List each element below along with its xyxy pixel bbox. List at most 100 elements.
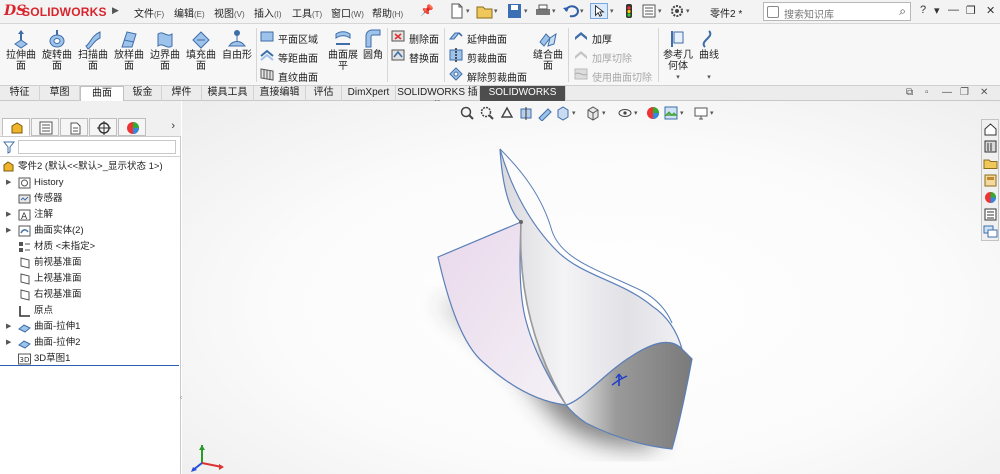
thicken-button[interactable]: 加厚 (573, 28, 653, 46)
logo-menu-arrow-icon[interactable]: ▶ (112, 5, 119, 16)
tree-item-surface-extrude1[interactable]: ▶ 曲面-拉伸1 (0, 319, 181, 335)
search-input[interactable]: 搜索知识库 (784, 6, 834, 21)
file-properties-icon[interactable] (640, 3, 658, 19)
extend-surface-button[interactable]: 延伸曲面 (448, 28, 532, 46)
help-dropdown-icon[interactable]: ▾ (934, 4, 940, 17)
tree-item-annotations[interactable]: ▶ A 注解 (0, 207, 181, 223)
solidworks-forum-icon[interactable] (983, 224, 998, 239)
expand-arrow-icon[interactable]: ▶ (6, 175, 11, 191)
revolved-surface-button[interactable]: 旋转曲 面 (40, 28, 74, 72)
tab-dimxpert[interactable]: DimXpert (342, 86, 396, 101)
rebuild-icon[interactable] (620, 3, 638, 19)
lofted-surface-button[interactable]: 放样曲 面 (112, 28, 146, 72)
curves-button[interactable]: 曲线 ▾ (696, 28, 722, 83)
menu-view[interactable]: 视图(V) (214, 5, 245, 20)
tab-displaymanager[interactable] (118, 118, 146, 136)
undo-dropdown-icon[interactable]: ▾ (580, 7, 584, 15)
help-icon[interactable]: ? (920, 4, 926, 16)
menu-insert[interactable]: 插入(I) (254, 5, 282, 20)
tab-featuremanager[interactable] (2, 118, 30, 136)
freeform-button[interactable]: 自由形 (220, 28, 254, 61)
filter-icon[interactable] (3, 140, 15, 154)
options-dropdown-icon[interactable]: ▾ (686, 7, 690, 15)
window-close-button[interactable]: ✕ (980, 87, 988, 98)
print-dropdown-icon[interactable]: ▾ (552, 7, 556, 15)
search-scope-icon[interactable] (767, 6, 779, 18)
expand-arrow-icon[interactable]: ▶ (6, 223, 11, 239)
custom-properties-icon[interactable] (983, 207, 998, 222)
surface-cut-button[interactable]: 使用曲面切除 (573, 66, 657, 84)
tree-item-origin[interactable]: 原点 (0, 303, 181, 319)
open-document-icon[interactable] (476, 3, 494, 19)
solidworks-logo[interactable]: DS SOLIDWORKS (2, 3, 114, 21)
tab-solidworks-addins[interactable]: SOLIDWORKS 插件 (396, 86, 480, 112)
print-icon[interactable] (534, 3, 552, 19)
tab-sheet-metal[interactable]: 钣金 (124, 86, 162, 101)
menu-window[interactable]: 窗口(W) (331, 5, 364, 20)
search-knowledge-base[interactable]: 搜索知识库 ⌕ (763, 2, 911, 21)
tree-item-history[interactable]: ▶ History (0, 175, 181, 191)
new-dropdown-icon[interactable]: ▾ (466, 7, 470, 15)
tab-mold-tools[interactable]: 模具工具 (202, 86, 254, 101)
tree-item-right-plane[interactable]: 右视基准面 (0, 287, 181, 303)
minimize-button[interactable]: — (948, 4, 959, 16)
reference-geometry-button[interactable]: 参考几 何体 ▾ (662, 28, 694, 83)
tab-sketch[interactable]: 草图 (40, 86, 80, 101)
expand-arrow-icon[interactable]: ▶ (6, 335, 11, 351)
tree-item-front-plane[interactable]: 前视基准面 (0, 255, 181, 271)
surface-model-3d[interactable] (182, 101, 1000, 474)
tree-filter-input[interactable] (18, 140, 176, 154)
window-restore-button[interactable]: ❐ (960, 87, 969, 98)
menu-edit[interactable]: 编辑(E) (174, 5, 205, 20)
new-document-icon[interactable] (448, 3, 466, 19)
appearances-scenes-icon[interactable] (983, 190, 998, 205)
boundary-surface-button[interactable]: 边界曲 面 (148, 28, 182, 72)
swept-surface-button[interactable]: 扫描曲 面 (76, 28, 110, 72)
tree-root-part[interactable]: 零件2 (默认<<默认>_显示状态 1>) (0, 159, 181, 175)
view-palette-icon[interactable] (983, 173, 998, 188)
tab-features[interactable]: 特征 (0, 86, 40, 101)
file-properties-dropdown-icon[interactable]: ▾ (658, 7, 662, 15)
graphics-area[interactable]: ▾ ▾ ▾ ▾ ▾ (182, 101, 1000, 474)
curves-dropdown-arrow-icon[interactable]: ▾ (696, 72, 722, 83)
options-gear-icon[interactable] (668, 3, 686, 19)
undo-icon[interactable] (562, 3, 580, 19)
reference-geometry-dropdown-icon[interactable]: ▾ (662, 72, 694, 83)
window-tile-icon[interactable]: ⧉ (906, 87, 913, 98)
reference-triad-icon[interactable] (188, 439, 232, 473)
window-minimize-button[interactable]: — (942, 87, 952, 98)
tree-item-top-plane[interactable]: 上视基准面 (0, 271, 181, 287)
search-icon[interactable]: ⌕ (899, 4, 906, 19)
thicken-cut-button[interactable]: 加厚切除 (573, 47, 653, 65)
tab-evaluate[interactable]: 评估 (306, 86, 342, 101)
expand-arrow-icon[interactable]: ▶ (6, 207, 11, 223)
extruded-surface-button[interactable]: 拉伸曲 面 (4, 28, 38, 72)
tab-propertymanager[interactable] (31, 118, 59, 136)
replace-face-button[interactable]: 替换面 (390, 47, 446, 65)
fillet-button[interactable]: 圆角 (360, 28, 386, 61)
surface-flatten-button[interactable]: 曲面展 平 (326, 28, 360, 72)
solidworks-resources-icon[interactable] (983, 122, 998, 137)
pin-icon[interactable]: 📌 (420, 4, 434, 17)
select-dropdown-icon[interactable]: ▾ (610, 7, 614, 15)
save-icon[interactable] (506, 3, 524, 19)
tab-solidworks-mbd[interactable]: SOLIDWORKS MBD (480, 86, 566, 112)
trim-surface-button[interactable]: 剪裁曲面 (448, 47, 532, 65)
tab-surfaces[interactable]: 曲面 (80, 86, 124, 102)
tree-item-material[interactable]: 材质 <未指定> (0, 239, 181, 255)
knit-surface-button[interactable]: 缝合曲 面 (530, 28, 566, 72)
restore-button[interactable]: ❐ (966, 4, 976, 17)
untrim-surface-button[interactable]: 解除剪裁曲面 (448, 66, 532, 84)
select-pointer-icon[interactable] (590, 3, 608, 19)
open-dropdown-icon[interactable]: ▾ (494, 7, 498, 15)
window-minimize-icon[interactable]: ▫ (925, 87, 929, 98)
menu-file[interactable]: 文件(F) (134, 5, 164, 20)
tab-configurationmanager[interactable] (60, 118, 88, 136)
filled-surface-button[interactable]: 填充曲 面 (184, 28, 218, 72)
tab-weldments[interactable]: 焊件 (162, 86, 202, 101)
tab-dimxpertmanager[interactable] (89, 118, 117, 136)
panel-more-chevron-icon[interactable]: › (171, 120, 175, 132)
curves-dropdown-icon[interactable] (696, 61, 722, 72)
tree-item-sensors[interactable]: 传感器 (0, 191, 181, 207)
tab-direct-editing[interactable]: 直接编辑 (254, 86, 306, 101)
